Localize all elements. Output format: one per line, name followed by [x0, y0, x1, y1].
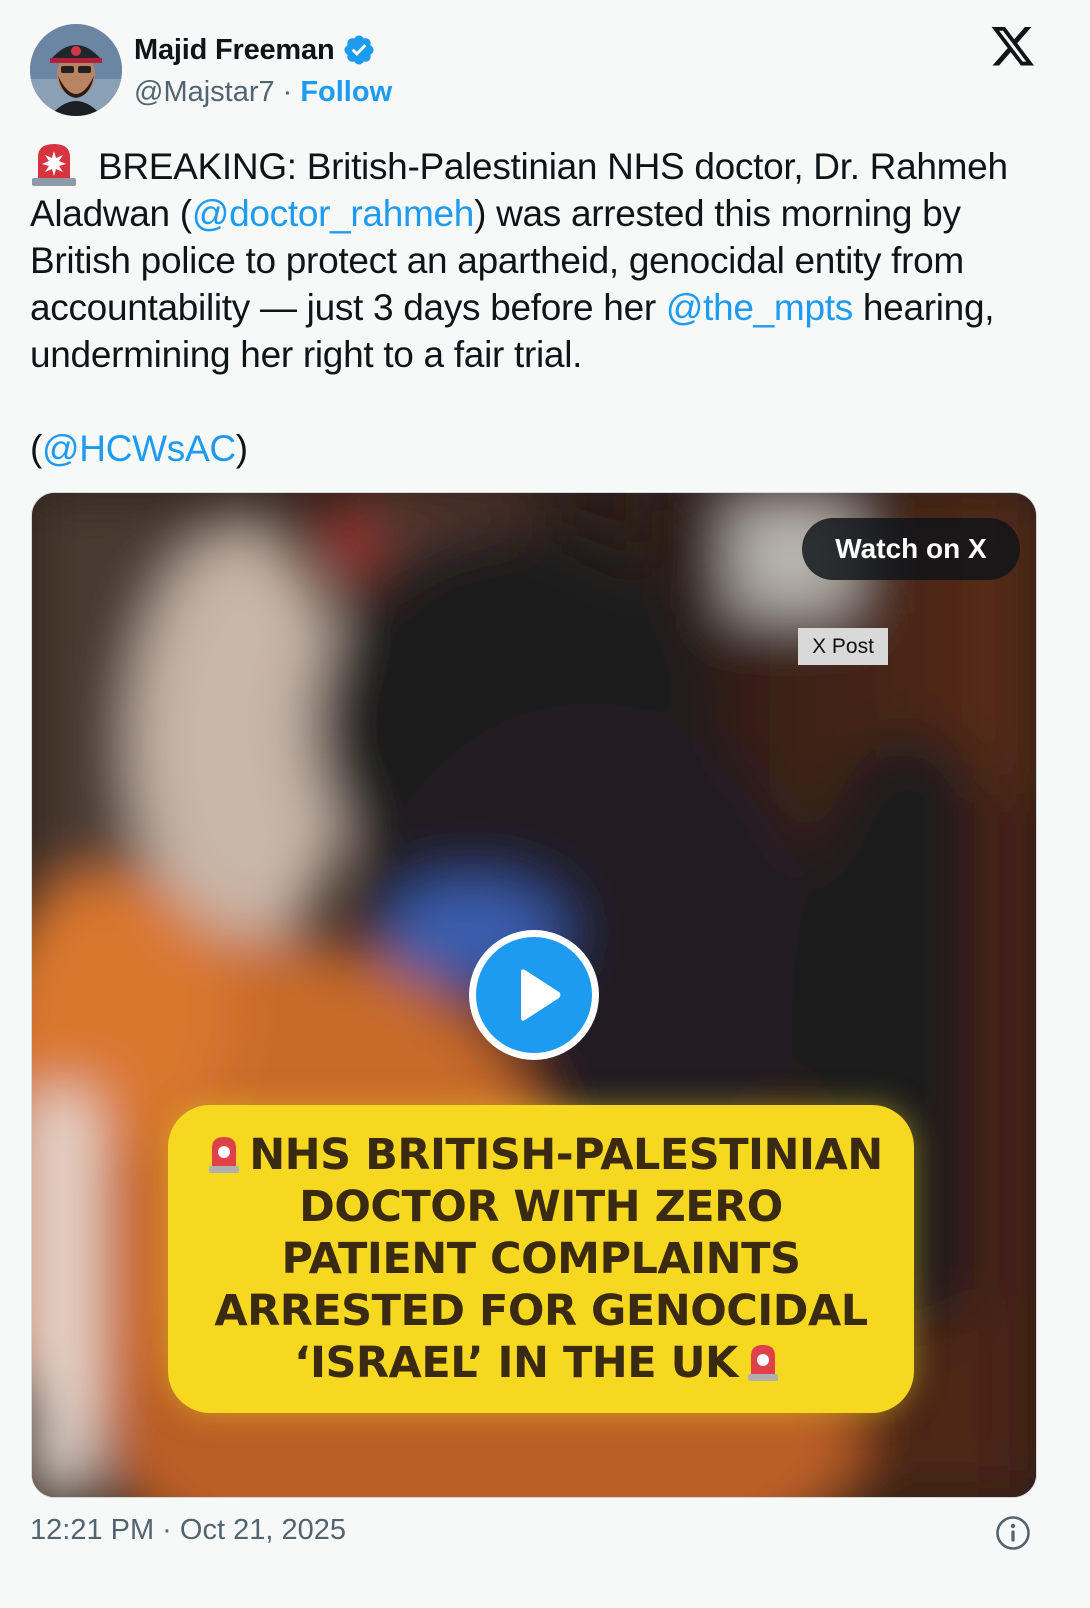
author-handle[interactable]: @Majstar7 — [134, 76, 275, 109]
mention-doctor-rahmeh[interactable]: @doctor_rahmeh — [192, 193, 475, 234]
video-caption-box: NHS BRITISH-PALESTINIAN DOCTOR WITH ZERO… — [168, 1105, 914, 1413]
siren-icon — [209, 1137, 240, 1173]
paren-close: ) — [235, 428, 248, 469]
mention-hcwsac[interactable]: @HCWsAC — [42, 428, 236, 469]
mention-the-mpts[interactable]: @the_mpts — [666, 287, 853, 328]
video-thumbnail[interactable]: Watch on X X Post NHS BRITISH-PALESTINIA… — [31, 492, 1037, 1498]
x-post-label: X Post — [798, 628, 888, 665]
siren-icon — [747, 1345, 778, 1381]
tweet-card: Majid Freeman @Majstar7 · Follow BREAKIN… — [0, 0, 1090, 1608]
caption-line-2: DOCTOR WITH ZERO — [299, 1182, 783, 1232]
author-display-name[interactable]: Majid Freeman — [134, 34, 335, 67]
tweet-text: BREAKING: British-Palestinian NHS doctor… — [30, 141, 1050, 472]
tweet-paragraph-1: BREAKING: British-Palestinian NHS doctor… — [30, 141, 1050, 378]
siren-icon — [32, 144, 76, 186]
author-name-row: Majid Freeman — [134, 30, 376, 70]
author-handle-row: @Majstar7 · Follow — [134, 76, 392, 109]
info-icon[interactable] — [995, 1515, 1031, 1551]
watch-on-x-button[interactable]: Watch on X — [802, 518, 1020, 580]
follow-button[interactable]: Follow — [300, 76, 392, 109]
paren-open: ( — [30, 428, 43, 469]
video-caption-text: NHS BRITISH-PALESTINIAN DOCTOR WITH ZERO… — [168, 1129, 914, 1389]
x-logo-icon[interactable] — [990, 27, 1036, 69]
caption-line-1: NHS BRITISH-PALESTINIAN — [168, 1129, 914, 1181]
caption-line-3: PATIENT COMPLAINTS — [281, 1234, 801, 1284]
verified-badge-icon — [344, 35, 374, 65]
tweet-paragraph-2: (@HCWsAC) — [30, 425, 1050, 472]
avatar[interactable] — [30, 24, 122, 116]
handle-separator: · — [282, 76, 293, 108]
play-icon — [521, 969, 561, 1021]
caption-line-4: ARRESTED FOR GENOCIDAL — [214, 1286, 868, 1336]
caption-line-5: ‘ISRAEL’ IN THE UK — [168, 1337, 914, 1389]
play-button[interactable] — [469, 930, 599, 1060]
post-timestamp[interactable]: 12:21 PM · Oct 21, 2025 — [30, 1514, 346, 1547]
